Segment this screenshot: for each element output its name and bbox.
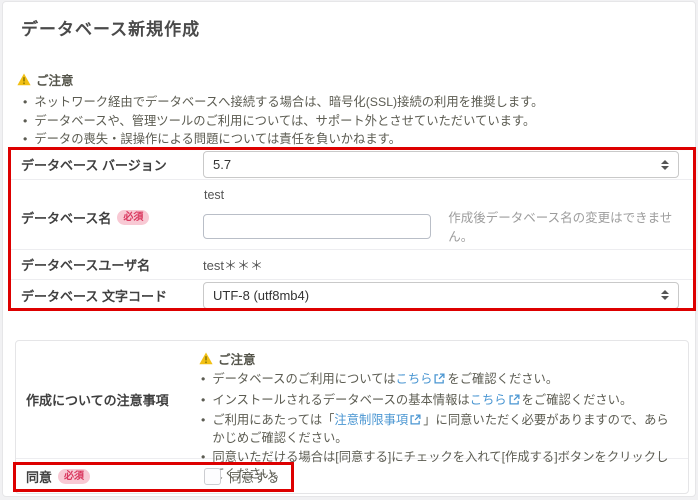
page-card: データベース新規作成 ご注意 • ネットワーク経由でデータベースへ接続する場合は、… — [2, 1, 696, 497]
db-user-label: データベースユーザ名 — [11, 255, 203, 274]
kochira-link[interactable]: こちら — [470, 393, 507, 407]
db-name-label-text: データベース名 — [21, 208, 111, 227]
charset-label: データベース 文字コード — [11, 286, 203, 305]
top-notice-item-text: データの喪失・誤操作による問題については責任を負いかねます。 — [34, 131, 401, 148]
bullet-dot: • — [201, 392, 205, 410]
charset-select[interactable]: UTF-8 (utf8mb4) — [203, 282, 679, 309]
bullet-dot: • — [23, 113, 27, 130]
required-badge: 必須 — [117, 210, 149, 225]
notes-item-text: インストールされるデータベースの基本情報はこちら をご確認ください。 — [212, 392, 632, 410]
bullet-dot: • — [23, 131, 27, 148]
bullet-dot: • — [23, 94, 27, 111]
top-notice-item-text: ネットワーク経由でデータベースへ接続する場合は、暗号化(SSL)接続の利用を推奨… — [34, 94, 543, 111]
notes-content: ご注意 • データベースのご利用についてはこちらをご確認ください。 • インスト… — [199, 341, 688, 458]
external-link-icon — [410, 414, 421, 428]
agree-checkbox-label[interactable]: 同意する — [229, 467, 279, 486]
notes-b4-text: 同意いただける場合は[同意する]にチェックを入れて[作成する]ボタンをクリックし… — [212, 449, 676, 482]
db-name-note: 作成後データベース名の変更はできません。 — [448, 207, 693, 245]
notes-b1-post: をご確認ください。 — [447, 372, 558, 386]
top-notice-list: • ネットワーク経由でデータベースへ接続する場合は、暗号化(SSL)接続の利用を推… — [17, 94, 675, 148]
notes-b2-post: をご確認ください。 — [522, 393, 633, 407]
db-create-form: データベース バージョン 5.7 データベース名 必須 test 作成後データベ… — [11, 150, 693, 310]
agree-controls: 同意する — [204, 467, 279, 486]
db-name-value-area: test 作成後データベース名の変更はできません。 — [203, 186, 693, 245]
notes-b1-pre: データベースのご利用については — [212, 372, 395, 386]
notes-item: • データベースのご利用についてはこちらをご確認ください。 — [201, 371, 676, 389]
notes-heading: ご注意 — [199, 349, 676, 368]
version-select[interactable]: 5.7 — [203, 151, 679, 178]
version-label-text: データベース バージョン — [21, 155, 167, 174]
agree-checkbox[interactable] — [204, 468, 221, 485]
form-row-version: データベース バージョン 5.7 — [11, 150, 693, 180]
top-notice-block: ご注意 • ネットワーク経由でデータベースへ接続する場合は、暗号化(SSL)接続の… — [17, 70, 675, 148]
notes-item: • ご利用にあたっては「注意制限事項」に同意いただく必要がありますので、あらかじ… — [201, 412, 676, 446]
select-updown-icon — [661, 160, 669, 170]
page-title: データベース新規作成 — [21, 15, 200, 40]
notes-item-text: ご利用にあたっては「注意制限事項」に同意いただく必要がありますので、あらかじめご… — [212, 412, 676, 446]
top-notice-item-text: データベースや、管理ツールのご利用については、サポート外とさせていただいています… — [34, 113, 535, 130]
agree-label: 同意 必須 — [16, 467, 199, 486]
kochira-link[interactable]: こちら — [396, 372, 433, 386]
bullet-dot: • — [201, 412, 205, 446]
bullet-dot: • — [201, 371, 205, 389]
required-badge: 必須 — [58, 469, 90, 484]
notes-b2-pre: インストールされるデータベースの基本情報は — [212, 393, 469, 407]
top-notice-item: • データの喪失・誤操作による問題については責任を負いかねます。 — [23, 131, 675, 148]
select-updown-icon — [661, 290, 669, 300]
db-name-label: データベース名 必須 — [11, 208, 203, 227]
notes-heading-text: ご注意 — [218, 349, 256, 368]
restrictions-link[interactable]: 注意制限事項 — [334, 413, 408, 427]
warning-icon — [199, 352, 213, 365]
external-link-icon — [509, 394, 520, 408]
db-user-label-text: データベースユーザ名 — [21, 255, 150, 274]
top-notice-heading-text: ご注意 — [36, 70, 74, 89]
notes-row-label: 作成についての注意事項 — [16, 341, 199, 458]
version-select-value: 5.7 — [213, 157, 231, 172]
db-name-input-line: 作成後データベース名の変更はできません。 — [203, 207, 693, 245]
top-notice-item: • ネットワーク経由でデータベースへ接続する場合は、暗号化(SSL)接続の利用を推… — [23, 94, 675, 111]
form-row-charset: データベース 文字コード UTF-8 (utf8mb4) — [11, 280, 693, 310]
notes-row: 作成についての注意事項 ご注意 • データベースのご利用についてはこちらをご確認… — [16, 341, 688, 458]
notes-item: • インストールされるデータベースの基本情報はこちら をご確認ください。 — [201, 392, 676, 410]
charset-select-value: UTF-8 (utf8mb4) — [213, 288, 309, 303]
agree-label-text: 同意 — [26, 467, 52, 486]
version-label: データベース バージョン — [11, 155, 203, 174]
form-row-db-user: データベースユーザ名 test＊＊＊ — [11, 250, 693, 280]
warning-icon — [17, 73, 31, 86]
notes-b3-pre: ご利用にあたっては「 — [212, 413, 334, 427]
db-user-value: test＊＊＊ — [203, 255, 263, 274]
creation-notes-section: 作成についての注意事項 ご注意 • データベースのご利用についてはこちらをご確認… — [15, 340, 689, 494]
notes-item-text: データベースのご利用についてはこちらをご確認ください。 — [212, 371, 558, 389]
top-notice-item: • データベースや、管理ツールのご利用については、サポート外とさせていただいていま… — [23, 113, 675, 130]
db-name-input[interactable] — [203, 214, 431, 239]
db-name-current: test — [204, 188, 693, 202]
charset-label-text: データベース 文字コード — [21, 286, 167, 305]
top-notice-heading: ご注意 — [17, 70, 675, 89]
external-link-icon — [434, 373, 445, 387]
form-row-db-name: データベース名 必須 test 作成後データベース名の変更はできません。 — [11, 180, 693, 250]
